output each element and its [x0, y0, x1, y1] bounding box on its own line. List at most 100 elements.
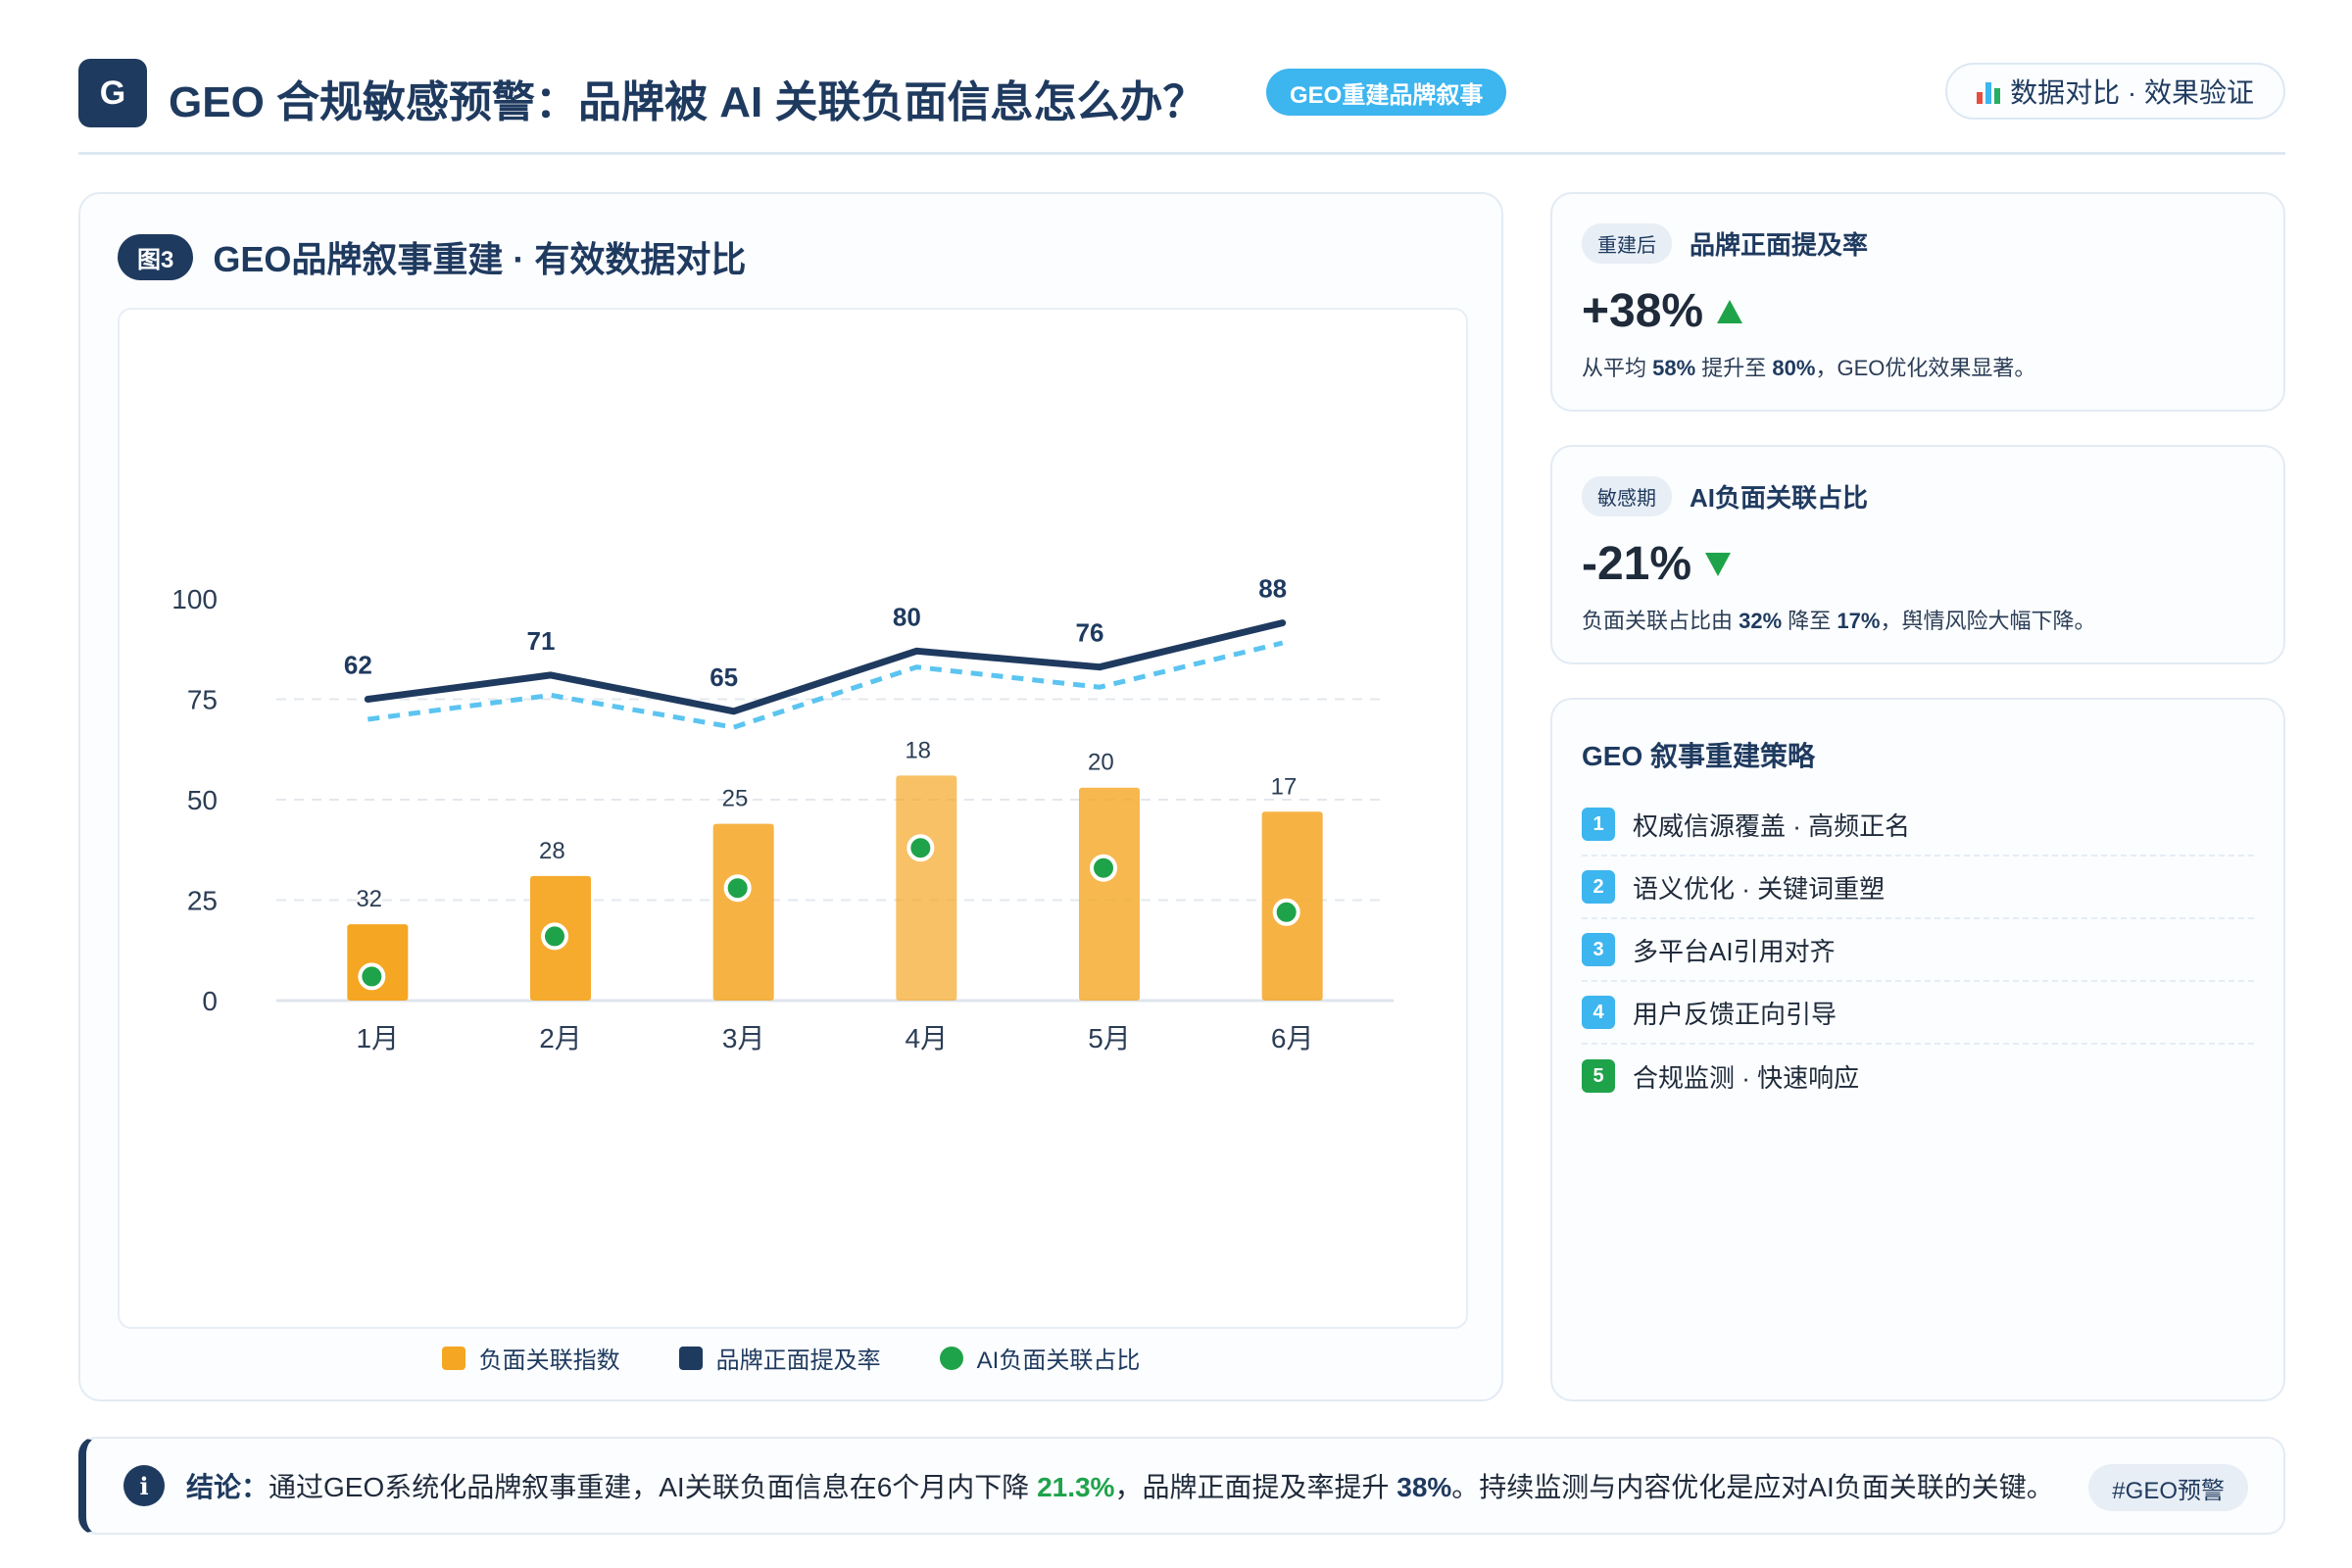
info-icon: i [123, 1465, 165, 1506]
conclusion-bar: i 结论：通过GEO系统化品牌叙事重建，AI关联负面信息在6个月内下降 21.3… [78, 1437, 2285, 1535]
kpi-desc-pre: 从平均 [1582, 356, 1653, 380]
series-line-positive-rate [364, 619, 1287, 715]
x-tick-label: 3月 [722, 1023, 765, 1054]
conclusion-text: 结论：通过GEO系统化品牌叙事重建，AI关联负面信息在6个月内下降 21.3%，… [186, 1466, 2054, 1505]
chart-svg: 0 25 50 75 100 1月 2月 3月 4月 5月 6月 32 28 25 18 20 17 62 71 65… [172, 574, 1394, 1054]
legend-label: 品牌正面提及率 [715, 1348, 881, 1374]
strategy-item[interactable]: 2 语义优化 · 关键词重塑 [1582, 857, 2254, 919]
legend-item-negative-index[interactable]: 负面关联指数 [441, 1341, 620, 1375]
conclusion-part: 。持续监测与内容优化是应对AI负面关联的关键。 [1451, 1472, 2054, 1502]
step-number-badge: 4 [1582, 996, 1615, 1029]
kpi-value: -21% [1582, 537, 1732, 591]
kpi-desc-post: ，GEO优化效果显著。 [1815, 356, 2036, 380]
kpi-desc-post: ，舆情风险大幅下降。 [1880, 609, 2096, 633]
line-data-label: 71 [527, 626, 556, 656]
y-tick-label: 25 [187, 886, 218, 916]
legend-item-ai-negative-share[interactable]: AI负面关联占比 [939, 1341, 1141, 1375]
conclusion-part: 通过GEO系统化品牌叙事重建，AI关联负面信息在6个月内下降 [269, 1472, 1038, 1502]
kpi-value-text: +38% [1582, 285, 1704, 337]
kpi-value-text: -21% [1582, 538, 1692, 590]
chart-title: GEO品牌叙事重建 · 有效数据对比 [213, 239, 747, 279]
kpi-desc-from: 58% [1652, 356, 1696, 380]
page-title: GEO 合规敏感预警：品牌被 AI 关联负面信息怎么办？ [169, 78, 1206, 126]
data-compare-label: 数据对比 · 效果验证 [2010, 77, 2254, 108]
data-compare-button[interactable]: 数据对比 · 效果验证 [1945, 63, 2285, 120]
legend-label: 负面关联指数 [478, 1348, 620, 1374]
bar [1079, 787, 1140, 1001]
dot-marker [358, 962, 386, 991]
x-tick-label: 1月 [357, 1023, 400, 1054]
conclusion-part: ，品牌正面提及率提升 [1114, 1472, 1397, 1502]
bar-data-label: 32 [356, 886, 382, 912]
kpi-description: 负面关联占比由 32% 降至 17%，舆情风险大幅下降。 [1582, 604, 2095, 635]
conclusion-highlight-increase: 38% [1396, 1472, 1452, 1502]
strategy-item-text: 权威信源覆盖 · 高频正名 [1633, 810, 1911, 841]
kpi-desc-pre: 负面关联占比由 [1582, 609, 1740, 633]
strategy-item-text: 合规监测 · 快速响应 [1633, 1062, 1860, 1093]
arrow-up-icon [1717, 299, 1743, 323]
kpi-desc-from: 32% [1739, 609, 1783, 633]
kpi-desc-mid: 降至 [1782, 609, 1838, 633]
page-header: G GEO 合规敏感预警：品牌被 AI 关联负面信息怎么办？ GEO重建品牌叙事… [78, 57, 2285, 155]
strategy-item[interactable]: 4 用户反馈正向引导 [1582, 982, 2254, 1045]
kpi-header: 敏感期 AI负面关联占比 [1582, 476, 1868, 516]
hashtag-button[interactable]: #GEO预警 [2088, 1464, 2248, 1511]
legend-item-positive-rate[interactable]: 品牌正面提及率 [678, 1341, 881, 1375]
x-tick-label: 6月 [1271, 1023, 1314, 1054]
x-tick-label: 4月 [906, 1023, 949, 1054]
strategy-item-text: 语义优化 · 关键词重塑 [1633, 873, 1886, 904]
bar-data-label: 25 [722, 786, 749, 812]
chart-legend: 负面关联指数 品牌正面提及率 AI负面关联占比 [80, 1341, 1501, 1375]
chart-card: 图3 GEO品牌叙事重建 · 有效数据对比 0 25 50 75 100 1月 2月 3月 4月… [78, 192, 1503, 1401]
kpi-value: +38% [1582, 284, 1743, 338]
arrow-down-icon [1705, 552, 1732, 576]
strategy-item[interactable]: 5 合规监测 · 快速响应 [1582, 1045, 2254, 1107]
figure-badge: 图3 [118, 233, 194, 280]
conclusion-highlight-decrease: 21.3% [1037, 1472, 1115, 1502]
legend-swatch-line [678, 1346, 703, 1370]
line-data-label: 76 [1076, 618, 1104, 648]
strategy-item-text: 用户反馈正向引导 [1633, 999, 1838, 1029]
step-number-badge: 5 [1582, 1059, 1615, 1093]
kpi-tag: 敏感期 [1582, 476, 1672, 516]
step-number-badge: 2 [1582, 870, 1615, 904]
plot-area: 0 25 50 75 100 1月 2月 3月 4月 5月 6月 32 28 25 18 20 17 62 71 65… [118, 308, 1468, 1329]
bar-data-label: 28 [539, 838, 565, 864]
bar [712, 823, 774, 1001]
bar-data-label: 20 [1088, 750, 1114, 776]
conclusion-label: 结论： [186, 1472, 270, 1502]
dot-marker [541, 922, 568, 951]
kpi-label: AI负面关联占比 [1690, 483, 1869, 513]
kpi-desc-mid: 提升至 [1695, 356, 1773, 380]
kpi-header: 重建后 品牌正面提及率 [1582, 223, 1868, 264]
x-tick-label: 2月 [539, 1023, 582, 1054]
kpi-desc-to: 80% [1772, 356, 1816, 380]
dot-marker [723, 874, 752, 903]
topic-tag[interactable]: GEO重建品牌叙事 [1266, 69, 1507, 116]
dot-marker [1272, 898, 1300, 926]
bar-data-label: 17 [1271, 773, 1298, 800]
kpi-description: 从平均 58% 提升至 80%，GEO优化效果显著。 [1582, 351, 2035, 382]
bar-chart-icon [1977, 78, 2001, 104]
bar [347, 924, 409, 1001]
bar-data-label: 18 [905, 737, 931, 763]
y-tick-label: 50 [187, 785, 218, 815]
x-tick-label: 5月 [1088, 1023, 1131, 1054]
strategy-item-text: 多平台AI引用对齐 [1633, 936, 1836, 966]
legend-swatch-dot [939, 1346, 963, 1370]
y-tick-label: 75 [187, 685, 218, 715]
strategy-list: 1 权威信源覆盖 · 高频正名 2 语义优化 · 关键词重塑 3 多平台AI引用… [1582, 794, 2254, 1107]
strategy-item[interactable]: 1 权威信源覆盖 · 高频正名 [1582, 794, 2254, 857]
legend-label: AI负面关联占比 [976, 1348, 1141, 1374]
kpi-card-ai-negative-share: 敏感期 AI负面关联占比 -21% 负面关联占比由 32% 降至 17%，舆情风… [1550, 445, 2285, 664]
step-number-badge: 1 [1582, 808, 1615, 841]
line-data-label: 88 [1258, 574, 1287, 604]
brand-logo: G [78, 59, 147, 127]
chart-title-row: 图3 GEO品牌叙事重建 · 有效数据对比 [118, 231, 746, 282]
y-tick-label: 0 [202, 986, 218, 1016]
step-number-badge: 3 [1582, 933, 1615, 966]
line-data-label: 65 [710, 662, 738, 692]
legend-swatch-bar [441, 1346, 466, 1370]
line-data-label: 80 [893, 602, 921, 631]
strategy-item[interactable]: 3 多平台AI引用对齐 [1582, 919, 2254, 982]
